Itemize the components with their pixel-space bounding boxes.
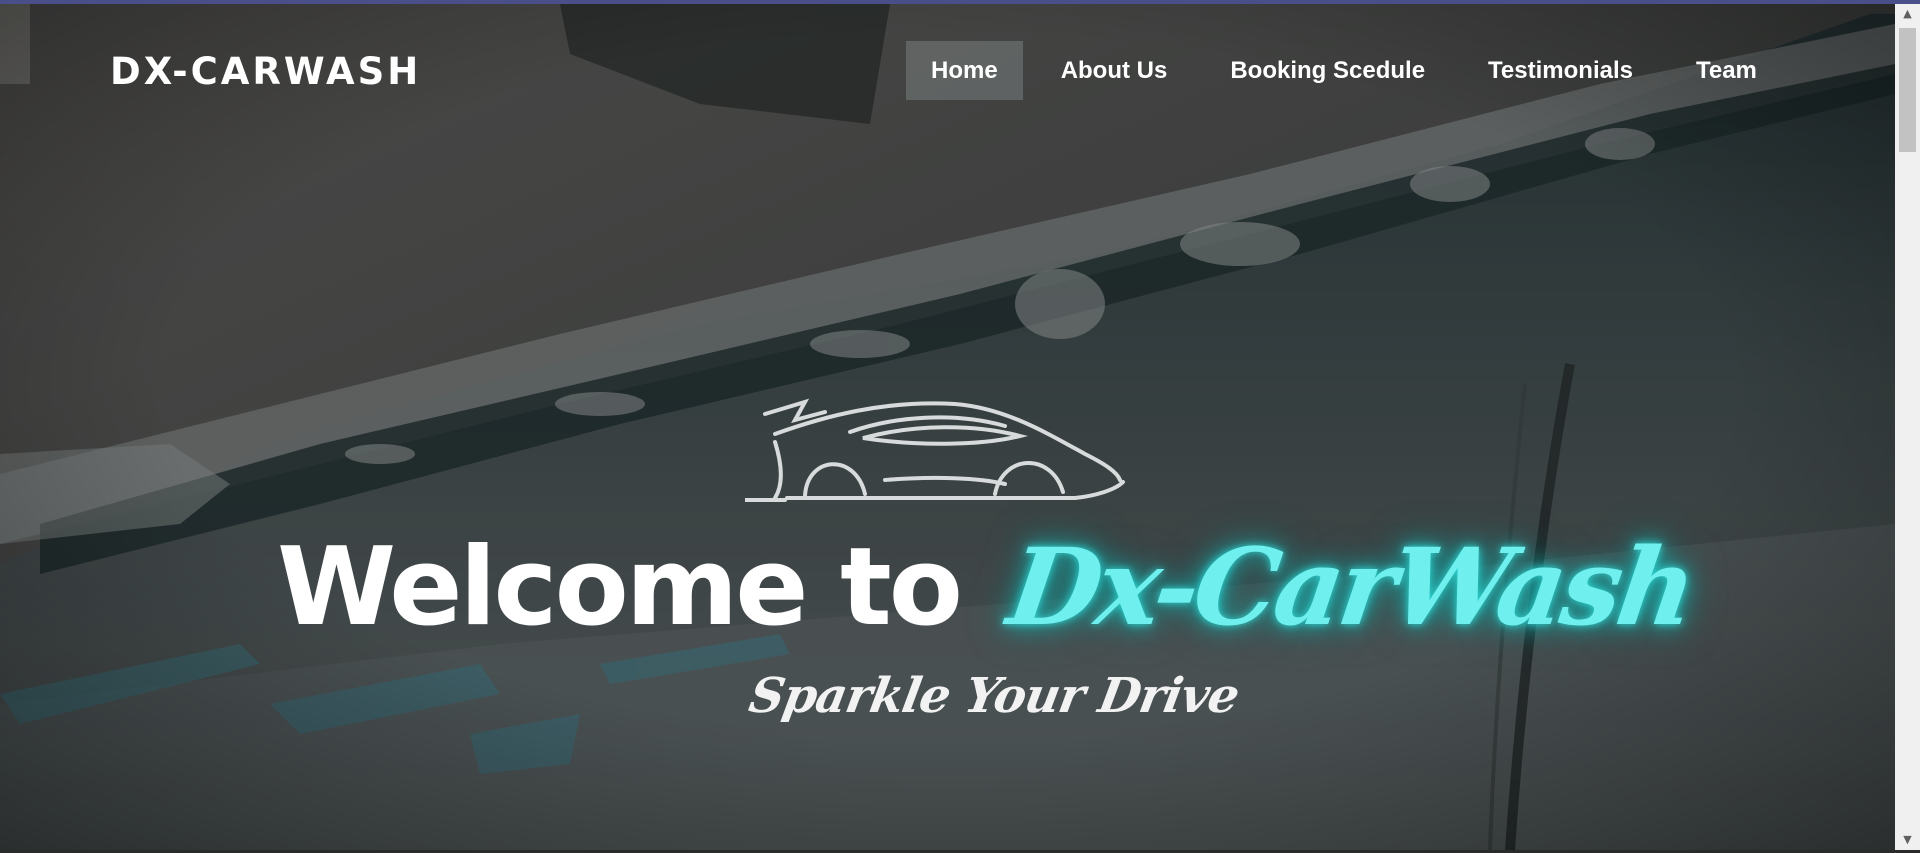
scrollbar-thumb[interactable] bbox=[1899, 28, 1916, 152]
sports-car-outline-icon bbox=[745, 398, 1125, 502]
triangle-down-icon[interactable]: ▼ bbox=[1895, 830, 1920, 850]
page-viewport: DX-CARWASH Home About Us Booking Scedule… bbox=[0, 4, 1895, 850]
nav-item-testimonials[interactable]: Testimonials bbox=[1463, 41, 1658, 100]
vertical-scrollbar[interactable]: ▲ ▼ bbox=[1895, 4, 1920, 850]
hero-brand-neon-text: Dx-CarWash bbox=[1001, 524, 1701, 649]
nav-item-team[interactable]: Team bbox=[1671, 41, 1782, 100]
brand-logo-text[interactable]: DX-CARWASH bbox=[110, 50, 421, 93]
hero-tagline: Sparkle Your Drive bbox=[745, 668, 1243, 724]
hero-welcome-text: Welcome to bbox=[277, 525, 963, 650]
nav-item-booking-schedule[interactable]: Booking Scedule bbox=[1205, 41, 1450, 100]
navbar: DX-CARWASH Home About Us Booking Scedule… bbox=[0, 4, 1895, 140]
hero-headline: Welcome to Dx-CarWash bbox=[277, 524, 1700, 650]
triangle-up-icon[interactable]: ▲ bbox=[1895, 4, 1920, 24]
nav-item-home[interactable]: Home bbox=[906, 41, 1023, 100]
main-nav: Home About Us Booking Scedule Testimonia… bbox=[906, 41, 1795, 100]
nav-item-about-us[interactable]: About Us bbox=[1036, 41, 1193, 100]
